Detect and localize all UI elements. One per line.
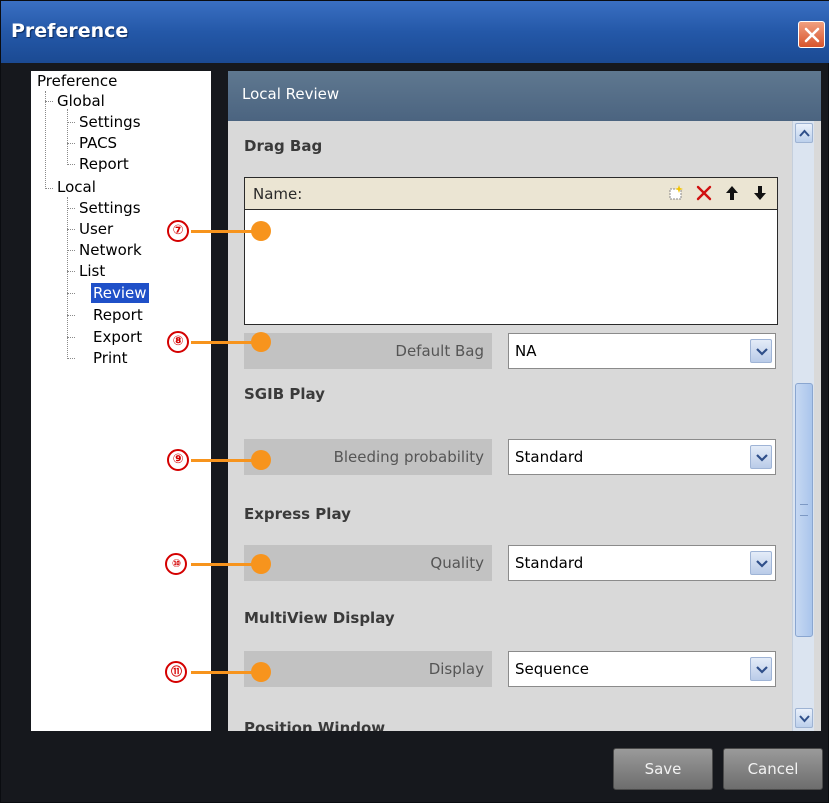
default-bag-value: NA: [515, 342, 537, 360]
section-express-play: Express Play: [244, 505, 351, 523]
save-button[interactable]: Save: [613, 748, 713, 790]
quality-select[interactable]: Standard: [508, 545, 776, 581]
title-bar[interactable]: Preference: [1, 1, 829, 63]
annotation-10-marker: ⑩: [165, 553, 187, 575]
scroll-thumb[interactable]: [795, 383, 813, 637]
move-up-icon[interactable]: [723, 184, 741, 202]
section-drag-bag: Drag Bag: [244, 137, 323, 155]
panel-title: Local Review: [242, 85, 340, 103]
display-select[interactable]: Sequence: [508, 651, 776, 687]
close-button[interactable]: [798, 21, 825, 48]
annotation-9-marker: ⑨: [167, 449, 189, 471]
quality-dropdown-button[interactable]: [750, 551, 772, 575]
chevron-down-icon: [799, 715, 810, 723]
display-label: Display: [244, 651, 492, 687]
tree-item-local-settings[interactable]: Settings: [77, 198, 143, 218]
tree-item-global-settings[interactable]: Settings: [77, 112, 143, 132]
settings-panel: Drag Bag Name: Default Bag NA SGIB Play …: [228, 121, 821, 731]
tree-item-global-pacs[interactable]: PACS: [77, 133, 119, 153]
scroll-down-button[interactable]: [795, 708, 813, 728]
chevron-down-icon: [756, 454, 768, 462]
new-item-icon[interactable]: [667, 184, 685, 202]
delete-icon[interactable]: [695, 184, 713, 202]
quality-label: Quality: [244, 545, 492, 581]
chevron-up-icon: [799, 129, 810, 137]
tree-item-local-review[interactable]: Review: [91, 283, 149, 303]
annotation-10-dot: [251, 554, 271, 574]
annotation-8-dot: [251, 332, 271, 352]
section-multiview-display: MultiView Display: [244, 609, 395, 627]
display-value: Sequence: [515, 660, 589, 678]
drag-bag-list[interactable]: Name:: [244, 177, 778, 325]
bleeding-probability-label: Bleeding probability: [244, 439, 492, 475]
display-dropdown-button[interactable]: [750, 657, 772, 681]
annotation-8-marker: ⑧: [167, 331, 189, 353]
annotation-11-marker: ⑪: [165, 661, 187, 683]
tree-item-local-network[interactable]: Network: [77, 240, 144, 260]
drag-bag-header: Name:: [245, 178, 777, 210]
tree-item-local-list[interactable]: List: [77, 261, 107, 281]
chevron-down-icon: [756, 560, 768, 568]
bleeding-probability-select[interactable]: Standard: [508, 439, 776, 475]
section-sgib-play: SGIB Play: [244, 385, 325, 403]
annotation-11-dot: [251, 662, 271, 682]
preference-window: Preference Preference Global Settings PA…: [0, 0, 829, 803]
panel-header: Local Review: [228, 71, 821, 121]
drag-bag-name-label: Name:: [253, 185, 303, 203]
default-bag-select[interactable]: NA: [508, 333, 776, 369]
tree-item-local[interactable]: Local: [55, 177, 98, 197]
annotation-7-dot: [251, 221, 271, 241]
tree-item-local-report[interactable]: Report: [91, 305, 145, 325]
annotation-7-marker: ⑦: [167, 220, 189, 242]
window-title: Preference: [11, 20, 129, 42]
quality-value: Standard: [515, 554, 584, 572]
cancel-button[interactable]: Cancel: [723, 748, 823, 790]
default-bag-dropdown-button[interactable]: [750, 339, 772, 363]
scroll-up-button[interactable]: [795, 123, 813, 143]
section-position-window: Position Window: [244, 719, 386, 731]
tree-item-local-export[interactable]: Export: [91, 327, 144, 347]
bleeding-probability-dropdown-button[interactable]: [750, 445, 772, 469]
grip-icon: [800, 504, 808, 516]
tree-item-preference[interactable]: Preference: [35, 71, 119, 91]
tree-item-global-report[interactable]: Report: [77, 154, 131, 174]
annotation-9-dot: [251, 450, 271, 470]
bleeding-probability-value: Standard: [515, 448, 584, 466]
tree-item-global[interactable]: Global: [55, 91, 107, 111]
close-icon: [804, 27, 820, 43]
chevron-down-icon: [756, 348, 768, 356]
move-down-icon[interactable]: [751, 184, 769, 202]
default-bag-label: Default Bag: [244, 333, 492, 369]
tree-item-local-user[interactable]: User: [77, 219, 115, 239]
chevron-down-icon: [756, 666, 768, 674]
tree-item-local-print[interactable]: Print: [91, 348, 130, 368]
preference-tree: Preference Global Settings PACS Report L…: [31, 71, 211, 731]
vertical-scrollbar[interactable]: [792, 121, 814, 731]
